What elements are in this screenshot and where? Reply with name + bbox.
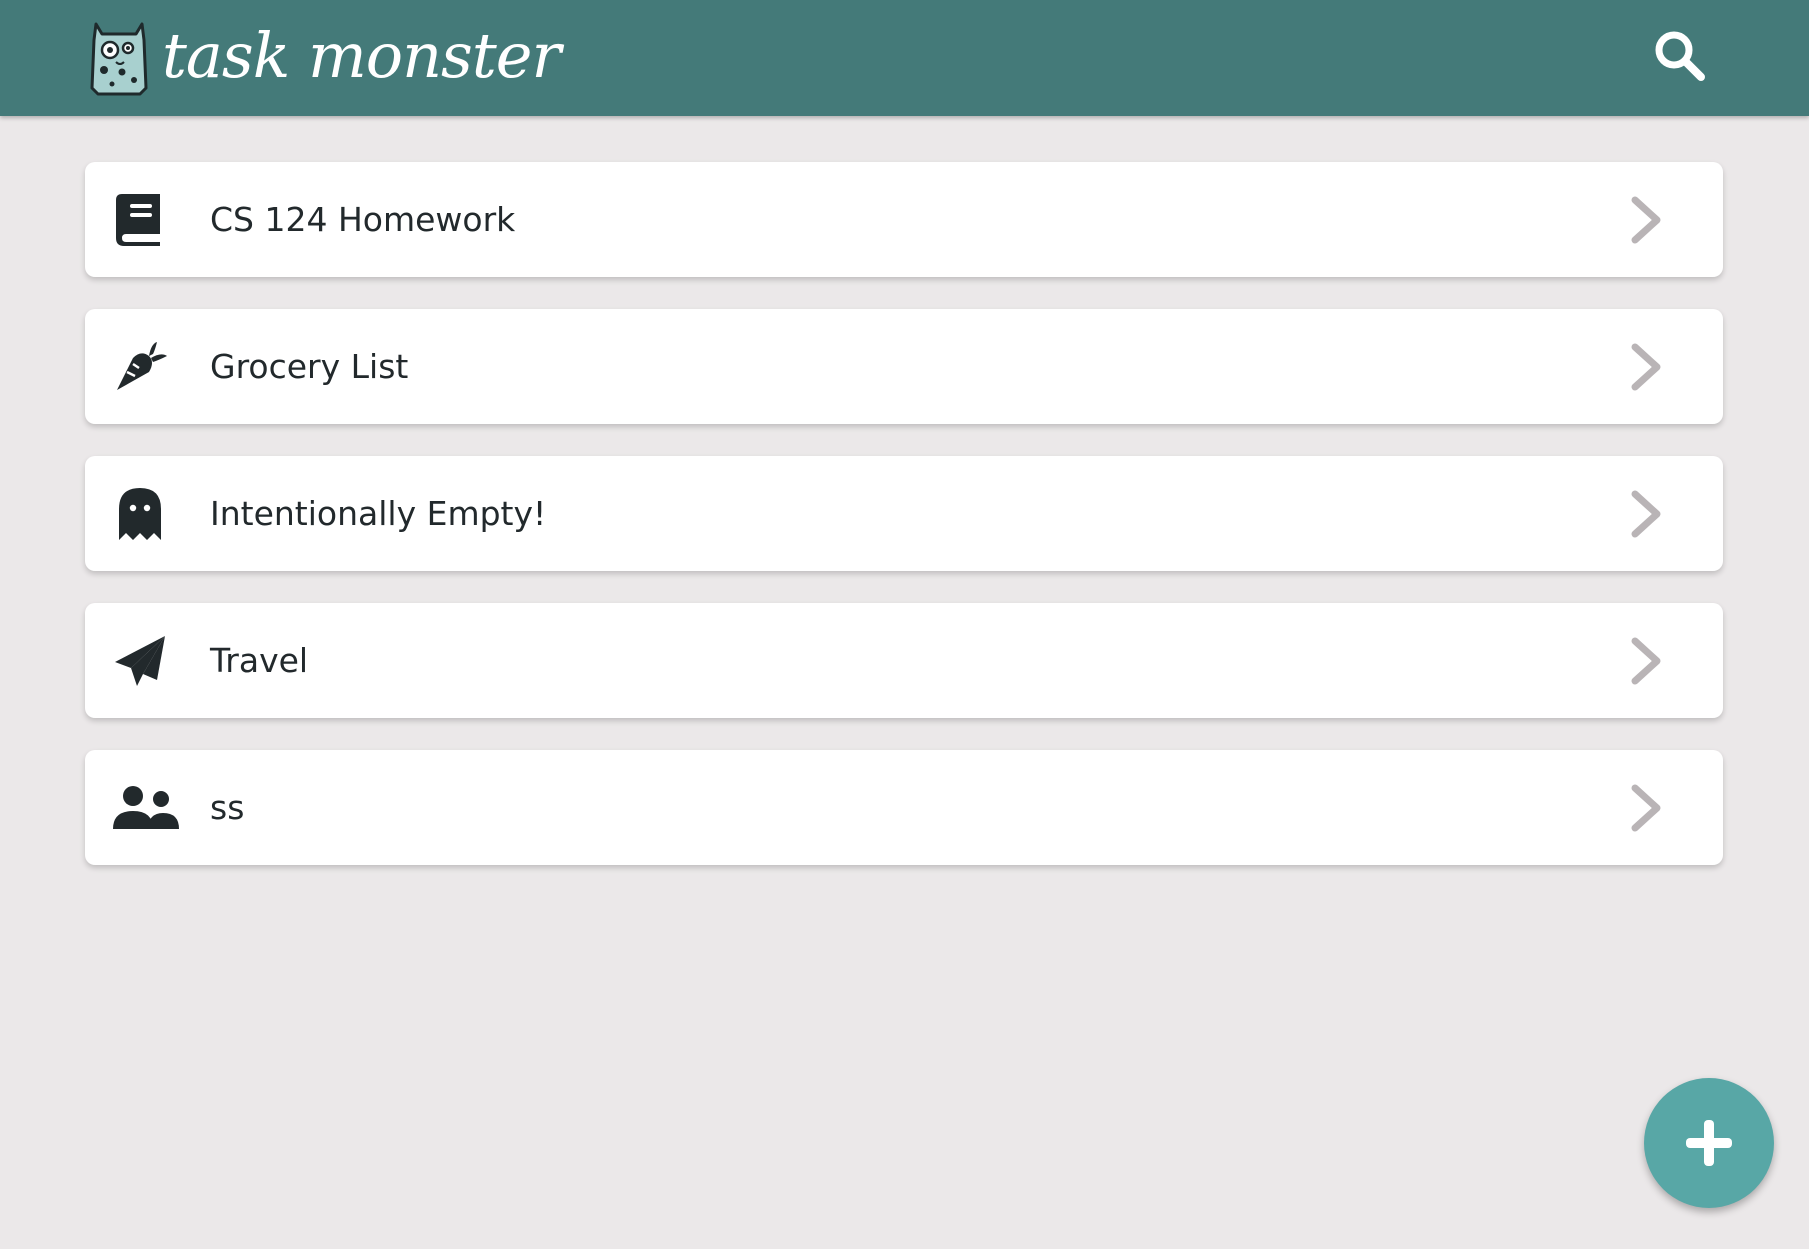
carrot-icon (113, 340, 167, 394)
list-item-label: Grocery List (210, 347, 409, 386)
list-item-intentionally-empty[interactable]: Intentionally Empty! (85, 456, 1723, 571)
book-icon (113, 193, 167, 247)
chevron-right-icon (1631, 637, 1661, 685)
chevron-right-icon (1631, 490, 1661, 538)
paper-plane-icon (113, 634, 167, 688)
list-item-label: CS 124 Homework (210, 200, 516, 239)
chevron-right-icon (1631, 343, 1661, 391)
add-list-button[interactable] (1644, 1078, 1774, 1208)
list-item-ss[interactable]: ss (85, 750, 1723, 865)
list-item-travel[interactable]: Travel (85, 603, 1723, 718)
app-title: task monster (162, 19, 561, 92)
list-item-label: Intentionally Empty! (210, 494, 547, 533)
monster-logo-icon (90, 22, 148, 96)
chevron-right-icon (1631, 784, 1661, 832)
list-item-label: Travel (210, 641, 309, 680)
list-item-grocery-list[interactable]: Grocery List (85, 309, 1723, 424)
search-icon (1655, 31, 1705, 81)
ghost-icon (113, 487, 167, 541)
list-item-label: ss (210, 788, 245, 827)
chevron-right-icon (1631, 196, 1661, 244)
list-item-cs-124-homework[interactable]: CS 124 Homework (85, 162, 1723, 277)
plus-icon (1686, 1120, 1732, 1166)
users-icon (113, 781, 179, 835)
top-app-bar: task monster (0, 0, 1809, 116)
app-logo[interactable]: task monster (86, 14, 561, 98)
search-button[interactable] (1648, 24, 1712, 88)
task-lists: CS 124 Homework Grocery List Intentional… (85, 162, 1723, 897)
